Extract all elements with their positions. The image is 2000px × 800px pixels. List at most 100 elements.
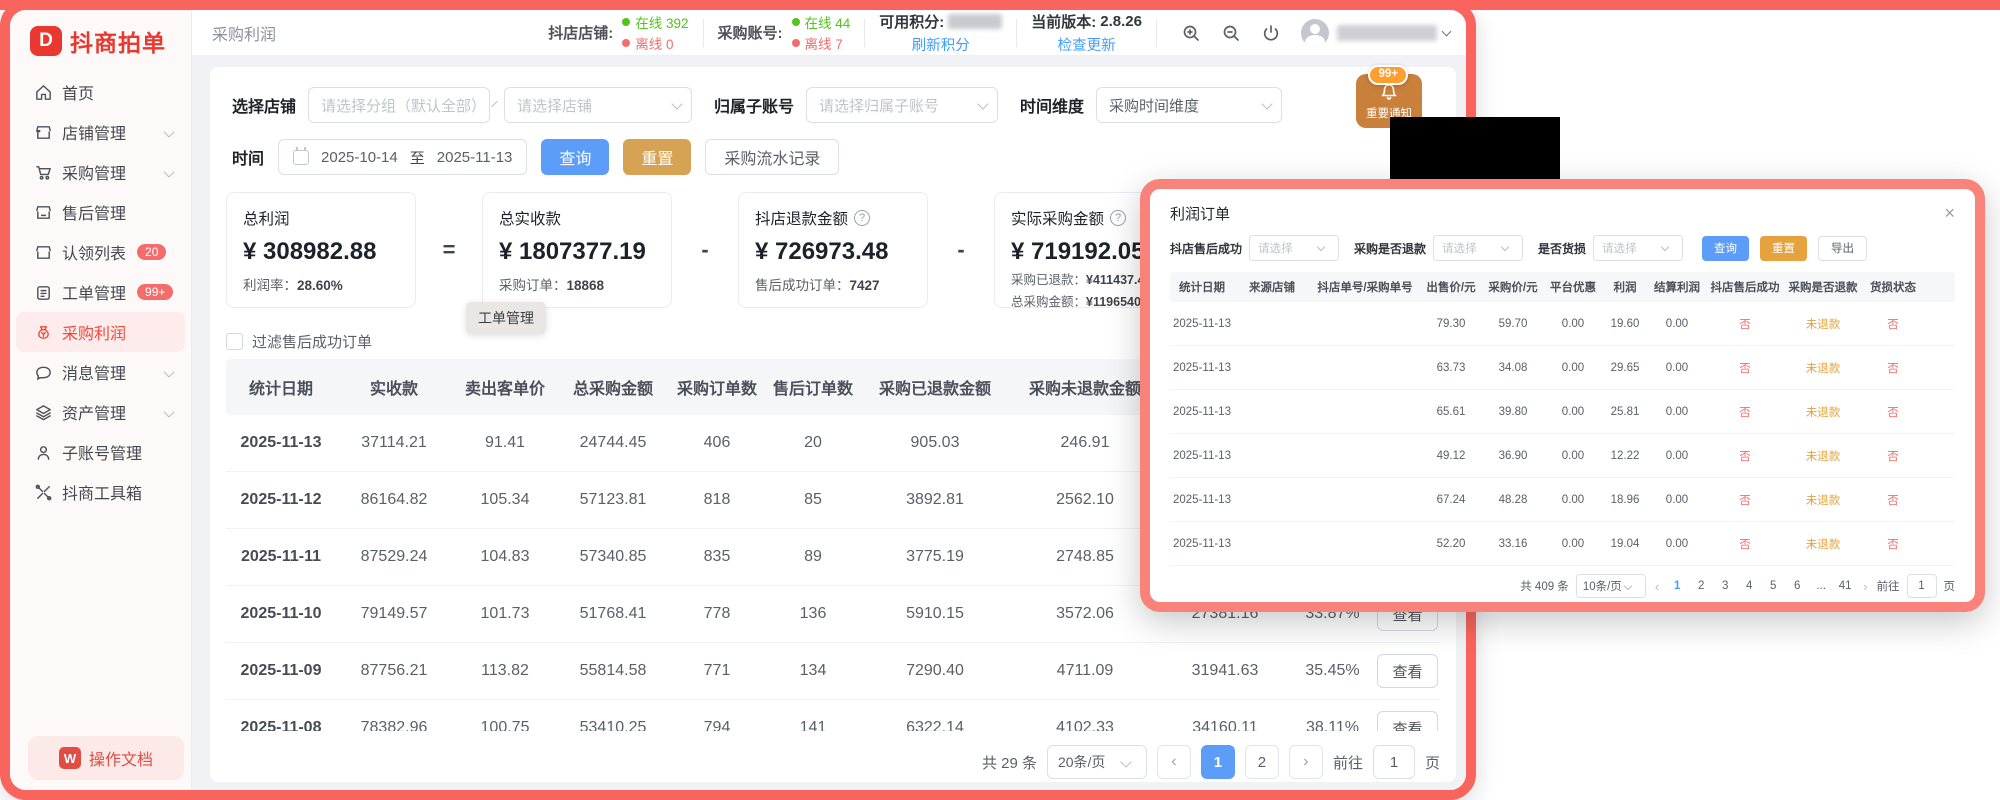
table-row: 2025-11-09 87756.21 113.82 55814.58 771 … [226, 643, 1440, 700]
cell-date: 2025-11-13 [226, 434, 336, 452]
date-to-value[interactable]: 2025-11-13 [437, 149, 513, 166]
next-page-button[interactable]: › [1289, 745, 1323, 779]
next-page-button[interactable]: › [1861, 579, 1869, 594]
order-row: 2025-11-13 49.12 36.90 0.00 12.22 0.00 否… [1170, 434, 1955, 478]
cell-total-purchase: 51768.41 [558, 605, 668, 623]
purchase-flow-button[interactable]: 采购流水记录 [705, 139, 839, 175]
search-button[interactable]: 查询 [541, 139, 609, 175]
date-from-value[interactable]: 2025-10-14 [321, 149, 398, 166]
storefront-icon [34, 123, 53, 142]
cell-refunded: 6322.14 [860, 719, 1010, 731]
refund-filter-label: 采购是否退款 [1354, 240, 1426, 257]
group-select[interactable]: 请选择分组（默认全部） [308, 87, 490, 123]
cell-aftersale-orders: 134 [766, 662, 860, 680]
subaccount-filter-label: 归属子账号 [714, 93, 794, 117]
avatar[interactable] [1301, 19, 1329, 47]
subaccount-select[interactable]: 请选择归属子账号 [806, 87, 998, 123]
view-button[interactable]: 查看 [1377, 711, 1437, 731]
zoom-out-icon[interactable] [1220, 22, 1242, 44]
chevron-down-icon [163, 406, 174, 417]
goto-page-input[interactable]: 1 [1907, 574, 1937, 598]
cell-platform-discount: 0.00 [1544, 450, 1602, 462]
page-size-select[interactable]: 10条/页 [1576, 574, 1646, 598]
sidebar-item-toolbox[interactable]: 抖商工具箱 [10, 472, 191, 512]
cell-unrefunded: 4102.33 [1010, 719, 1160, 731]
docs-link[interactable]: W 操作文档 [28, 736, 184, 780]
page-number[interactable]: 2 [1245, 745, 1279, 779]
cell-sale-price: 67.24 [1420, 494, 1482, 506]
sidebar-item-label: 认领列表 [62, 240, 126, 264]
aftersale-filter-label: 抖店售后成功 [1170, 240, 1242, 257]
docs-label: 操作文档 [89, 746, 153, 770]
layers-icon [34, 403, 53, 422]
goto-page-input[interactable]: 1 [1373, 745, 1415, 779]
table-row: 2025-11-08 78382.96 100.75 53410.25 794 … [226, 700, 1440, 731]
dialog-export-button[interactable]: 导出 [1818, 236, 1867, 261]
page-number[interactable]: 6 [1788, 580, 1806, 592]
cell-aftersale-orders: 89 [766, 548, 860, 566]
sidebar-item-aftersale-mgmt[interactable]: 售后管理 [10, 192, 191, 232]
prev-page-button[interactable]: ‹ [1653, 579, 1661, 594]
sidebar: D 抖商拍单 首页 店铺管理 采购管理 [10, 10, 192, 790]
page-size-select[interactable]: 20条/页 [1047, 745, 1147, 779]
zoom-in-icon[interactable] [1180, 22, 1202, 44]
stat-card-total-profit: 总利润 ¥ 308982.88 利润率：28.60% [226, 192, 416, 308]
filter-row-shop: 选择店铺 请选择分组（默认全部） 请选择店铺 归属子账号 请选择归属子账号 时间… [232, 87, 1282, 123]
page-number[interactable]: ... [1812, 580, 1830, 592]
time-dimension-select[interactable]: 采购时间维度 [1096, 87, 1282, 123]
checkbox[interactable] [226, 333, 243, 350]
page-number[interactable]: 5 [1764, 580, 1782, 592]
view-button[interactable]: 查看 [1377, 654, 1437, 688]
page-number[interactable]: 1 [1201, 745, 1235, 779]
refund-filter-select[interactable]: 请选择 [1433, 235, 1523, 261]
reset-button[interactable]: 重置 [623, 139, 691, 175]
power-icon[interactable] [1260, 22, 1282, 44]
cell-unrefunded: 2562.10 [1010, 491, 1160, 509]
version-label: 当前版本: [1031, 11, 1096, 32]
time-filter-label: 时间 [232, 145, 264, 169]
check-update-link[interactable]: 检查更新 [1058, 34, 1116, 55]
sidebar-item-claim-list[interactable]: 认领列表 20 [10, 232, 191, 272]
cell-damage-flag: 否 [1862, 316, 1924, 332]
close-icon[interactable]: × [1944, 204, 1955, 222]
cell-aftersale-flag: 否 [1706, 316, 1784, 332]
cell-aftersale-flag: 否 [1706, 536, 1784, 552]
page-number[interactable]: 1 [1668, 580, 1686, 592]
money-bag-icon [34, 323, 53, 342]
damage-filter-select[interactable]: 请选择 [1593, 235, 1683, 261]
page-number[interactable]: 2 [1692, 580, 1710, 592]
sidebar-item-ticket-mgmt[interactable]: 工单管理 99+ [10, 272, 191, 312]
cell-profit: 19.04 [1602, 538, 1648, 550]
sidebar-item-label: 抖商工具箱 [62, 480, 142, 504]
sidebar-item-asset-mgmt[interactable]: 资产管理 [10, 392, 191, 432]
prev-page-button[interactable]: ‹ [1157, 745, 1191, 779]
purchase-online-status: 在线 44 [792, 12, 851, 32]
page-number[interactable]: 4 [1740, 580, 1758, 592]
dialog-reset-button[interactable]: 重置 [1760, 236, 1807, 261]
help-icon[interactable]: ? [854, 210, 870, 226]
refresh-points-link[interactable]: 刷新积分 [912, 34, 970, 55]
cell-unrefunded: 3572.06 [1010, 605, 1160, 623]
aftersale-filter-select[interactable]: 请选择 [1249, 235, 1339, 261]
date-range-picker[interactable]: 2025-10-14 至 2025-11-13 [278, 139, 527, 175]
sidebar-item-message-mgmt[interactable]: 消息管理 [10, 352, 191, 392]
cell-received: 37114.21 [336, 434, 452, 452]
cell-purchase-price: 39.80 [1482, 406, 1544, 418]
cell-profit: 29.65 [1602, 362, 1648, 374]
sidebar-item-home[interactable]: 首页 [10, 72, 191, 112]
cell-received: 87756.21 [336, 662, 452, 680]
page-number[interactable]: 41 [1836, 580, 1854, 592]
sidebar-item-purchase-profit[interactable]: 采购利润 [16, 312, 185, 352]
cell-profit: 19.60 [1602, 318, 1648, 330]
account-caret-icon[interactable] [1442, 26, 1452, 36]
page-number[interactable]: 3 [1716, 580, 1734, 592]
dialog-search-button[interactable]: 查询 [1702, 236, 1749, 261]
sidebar-item-subaccount-mgmt[interactable]: 子账号管理 [10, 432, 191, 472]
sidebar-item-purchase-mgmt[interactable]: 采购管理 [10, 152, 191, 192]
help-icon[interactable]: ? [1110, 210, 1126, 226]
total-count: 共 409 条 [1520, 578, 1569, 594]
cell-date: 2025-11-12 [226, 491, 336, 509]
cell-date: 2025-11-13 [1170, 318, 1234, 330]
shop-select[interactable]: 请选择店铺 [504, 87, 692, 123]
sidebar-item-shop-mgmt[interactable]: 店铺管理 [10, 112, 191, 152]
